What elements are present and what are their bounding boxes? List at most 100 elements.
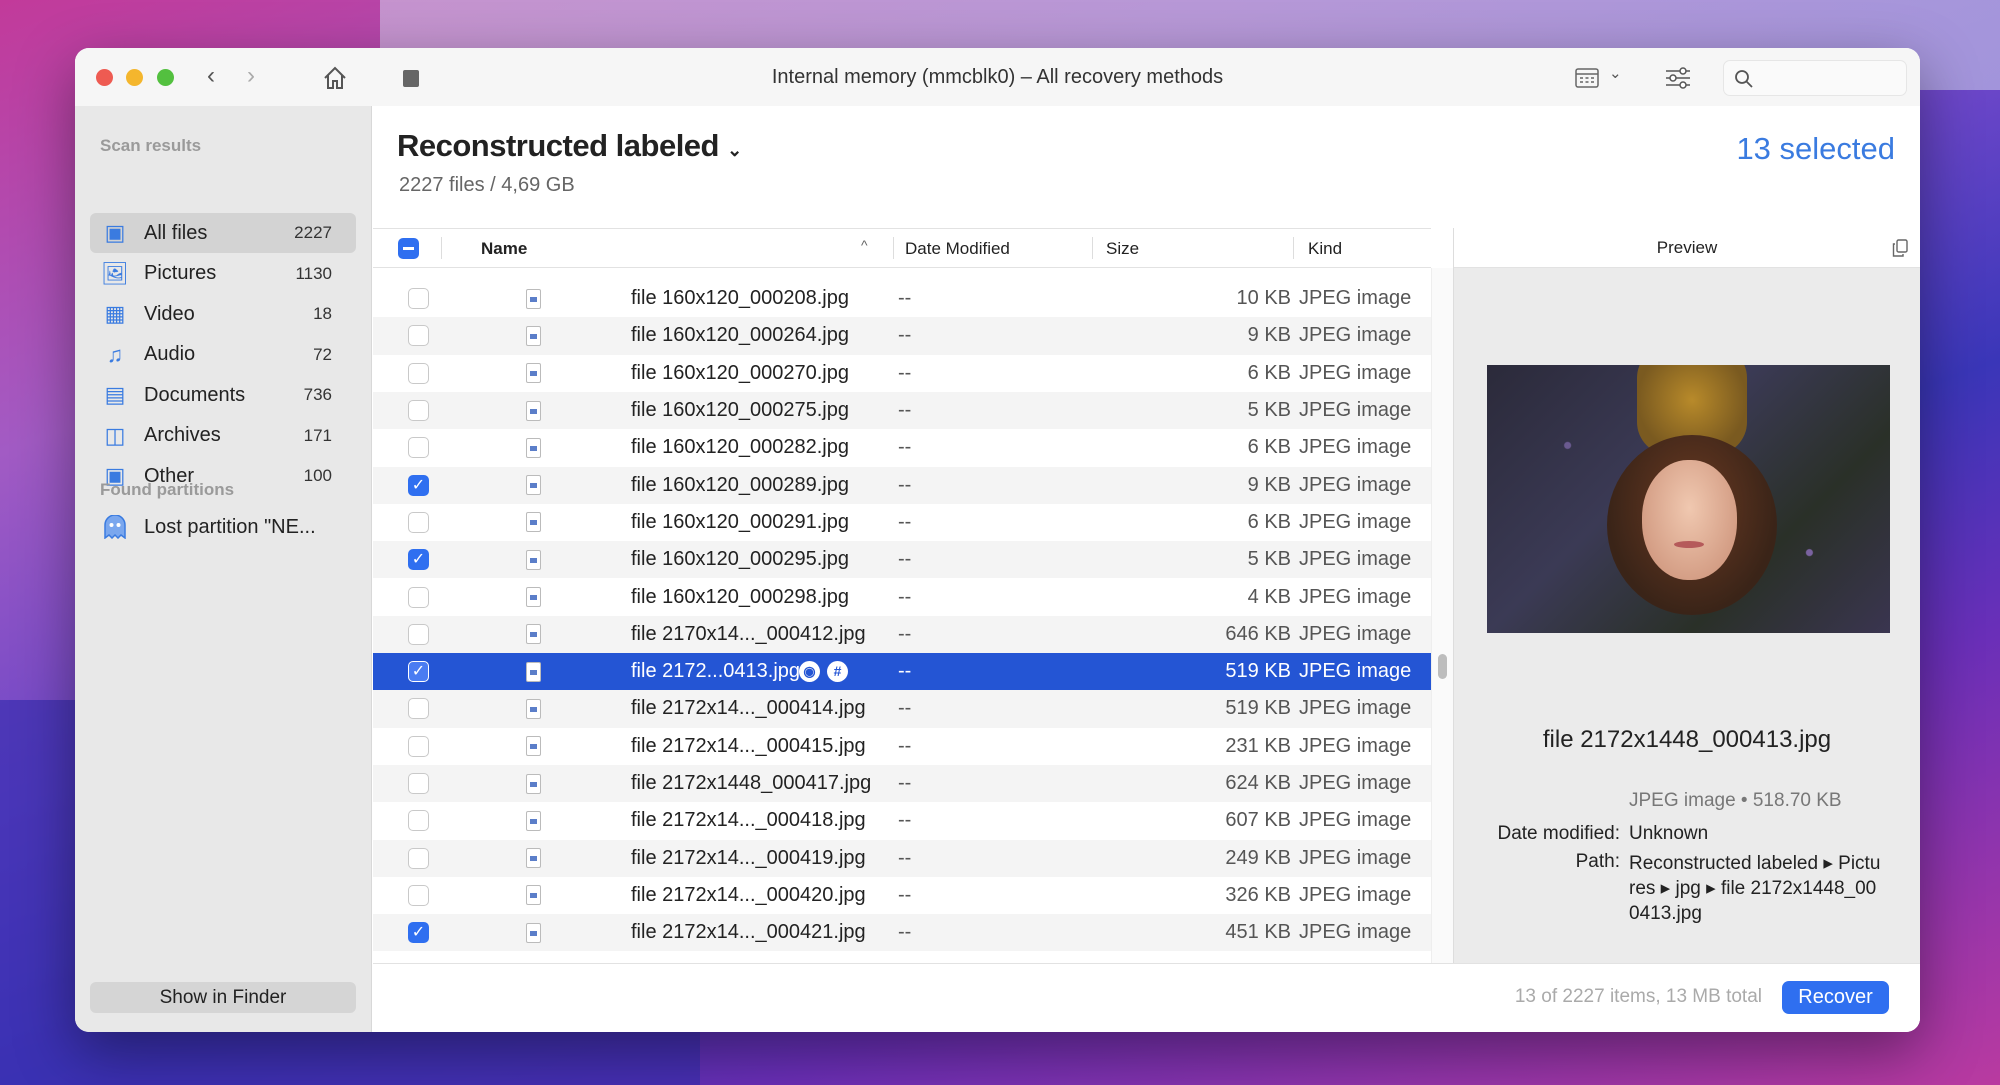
page-title[interactable]: Reconstructed labeled ⌄ <box>397 128 742 164</box>
table-row[interactable]: ✓ file 2172x14..._000421.jpg -- 451 KB J… <box>373 914 1431 952</box>
table-row[interactable]: file 160x120_000282.jpg -- 6 KB JPEG ima… <box>373 429 1431 466</box>
table-row[interactable]: file 2172x1448_000417.jpg -- 624 KB JPEG… <box>373 764 1431 803</box>
column-header-size[interactable]: Size <box>1106 239 1139 259</box>
column-header-date[interactable]: Date Modified <box>905 239 1010 259</box>
chevron-down-icon[interactable]: ⌄ <box>1609 64 1622 82</box>
row-checkbox[interactable] <box>408 623 429 645</box>
sidebar-item-count: 1130 <box>295 263 332 283</box>
selected-count[interactable]: 13 selected <box>1736 131 1895 167</box>
file-kind: JPEG image <box>1299 548 1412 571</box>
row-checkbox[interactable] <box>408 810 429 832</box>
table-row-selected[interactable]: ✓ file 2172...0413.jpg ◉ # -- 519 KB JPEG … <box>373 653 1431 691</box>
scrollbar-thumb[interactable] <box>1438 654 1447 679</box>
table-row[interactable]: file 2172x14..._000420.jpg -- 326 KB JPE… <box>373 877 1431 914</box>
filter-icon[interactable] <box>1665 66 1691 90</box>
row-checkbox[interactable] <box>408 511 429 533</box>
hash-icon[interactable]: # <box>827 661 848 682</box>
main-panel: Reconstructed labeled ⌄ 2227 files / 4,6… <box>373 106 1920 1032</box>
row-checkbox[interactable] <box>408 847 429 869</box>
table-row[interactable]: file 2172x14..._000415.jpg -- 231 KB JPE… <box>373 728 1431 765</box>
row-checkbox[interactable]: ✓ <box>408 474 429 496</box>
table-row[interactable]: file 160x120_000264.jpg -- 9 KB JPEG ima… <box>373 317 1431 355</box>
file-size: 607 KB <box>1225 809 1291 832</box>
preview-header: Preview <box>1454 228 1920 268</box>
file-list: file 160x120_000208.jpg -- 10 KB JPEG im… <box>373 268 1431 963</box>
row-checkbox[interactable] <box>408 773 429 795</box>
sidebar-item-count: 18 <box>313 304 332 323</box>
preview-eye-icon[interactable]: ◉ <box>799 661 820 682</box>
preview-image[interactable] <box>1487 365 1890 633</box>
row-checkbox[interactable] <box>408 586 429 608</box>
file-size: 231 KB <box>1225 734 1291 757</box>
table-row[interactable]: file 2172x14..._000418.jpg -- 607 KB JPE… <box>373 802 1431 839</box>
pictures-icon: 🖼 <box>101 260 129 286</box>
sidebar-item-all-files[interactable]: ▣ All files 2227 <box>90 213 356 253</box>
file-size: 646 KB <box>1225 622 1291 645</box>
page-subtitle: 2227 files / 4,69 GB <box>399 174 575 196</box>
file-kind: JPEG image <box>1299 734 1412 757</box>
column-header-kind[interactable]: Kind <box>1308 239 1342 259</box>
show-in-finder-button[interactable]: Show in Finder <box>90 982 356 1013</box>
jpeg-file-icon <box>526 922 541 943</box>
table-row[interactable]: file 2172x14..._000414.jpg -- 519 KB JPE… <box>373 690 1431 728</box>
table-row[interactable]: file 160x120_000270.jpg -- 6 KB JPEG ima… <box>373 355 1431 392</box>
table-row[interactable]: file 160x120_000291.jpg -- 6 KB JPEG ima… <box>373 504 1431 541</box>
row-checkbox[interactable] <box>408 437 429 459</box>
file-kind: JPEG image <box>1299 883 1412 906</box>
jpeg-file-icon <box>526 810 541 831</box>
file-date: -- <box>898 697 912 720</box>
row-checkbox[interactable]: ✓ <box>408 661 429 683</box>
sidebar-item-documents[interactable]: ▤ Documents 736 <box>90 375 356 415</box>
file-size: 6 KB <box>1247 361 1291 384</box>
file-size: 451 KB <box>1225 921 1291 944</box>
file-date: -- <box>898 846 912 869</box>
file-date: -- <box>898 548 912 571</box>
table-row-partial[interactable] <box>373 951 1431 963</box>
row-checkbox[interactable]: ✓ <box>408 922 429 944</box>
scrollbar-track[interactable] <box>1431 268 1453 963</box>
row-checkbox[interactable] <box>408 288 429 310</box>
table-row[interactable]: file 160x120_000275.jpg -- 5 KB JPEG ima… <box>373 391 1431 430</box>
table-row[interactable]: file 160x120_000208.jpg -- 10 KB JPEG im… <box>373 280 1431 317</box>
row-checkbox[interactable] <box>408 884 429 906</box>
table-row[interactable]: file 160x120_000298.jpg -- 4 KB JPEG ima… <box>373 578 1431 615</box>
sidebar-item-archives[interactable]: ◫ Archives 171 <box>90 416 356 456</box>
row-checkbox[interactable] <box>408 400 429 422</box>
file-name: file 160x120_000298.jpg <box>631 585 849 608</box>
jpeg-file-icon <box>526 363 541 384</box>
row-checkbox[interactable] <box>408 735 429 757</box>
column-header-name[interactable]: Name <box>481 239 527 259</box>
file-size: 519 KB <box>1225 660 1291 683</box>
view-mode-icon[interactable] <box>1575 68 1599 88</box>
sidebar-item-audio[interactable]: ♫ Audio 72 <box>90 335 356 375</box>
file-date: -- <box>898 473 912 496</box>
row-checkbox[interactable] <box>408 362 429 384</box>
file-size: 519 KB <box>1225 697 1291 720</box>
row-checkbox[interactable] <box>408 698 429 720</box>
lips-shape <box>1674 541 1704 548</box>
file-kind: JPEG image <box>1299 660 1412 683</box>
sort-ascending-icon[interactable]: ^ <box>861 237 868 253</box>
select-all-checkbox[interactable] <box>398 238 419 259</box>
sidebar-item-pictures[interactable]: 🖼 Pictures 1130 <box>90 254 356 294</box>
row-checkbox[interactable] <box>408 325 429 347</box>
file-kind: JPEG image <box>1299 921 1412 944</box>
file-name: file 2172x14..._000419.jpg <box>631 846 866 869</box>
file-size: 624 KB <box>1225 772 1291 795</box>
table-row[interactable]: ✓ file 160x120_000289.jpg -- 9 KB JPEG i… <box>373 466 1431 504</box>
row-checkbox[interactable]: ✓ <box>408 549 429 571</box>
file-size: 6 KB <box>1247 436 1291 459</box>
copy-icon[interactable] <box>1892 239 1908 257</box>
column-divider <box>441 237 442 259</box>
recover-button[interactable]: Recover <box>1782 981 1889 1014</box>
sidebar-item-video[interactable]: ▦ Video 18 <box>90 294 356 334</box>
table-row[interactable]: file 2170x14..._000412.jpg -- 646 KB JPE… <box>373 615 1431 653</box>
table-row[interactable]: ✓ file 160x120_000295.jpg -- 5 KB JPEG i… <box>373 541 1431 579</box>
sidebar-item-lost-partition[interactable]: Lost partition "NE... <box>90 507 356 547</box>
sidebar-item-label: Pictures <box>144 262 217 284</box>
file-date: -- <box>898 399 912 422</box>
sidebar-item-count: 72 <box>313 344 332 364</box>
search-input[interactable] <box>1723 60 1907 96</box>
table-row[interactable]: file 2172x14..._000419.jpg -- 249 KB JPE… <box>373 839 1431 877</box>
jpeg-file-icon <box>526 475 541 496</box>
